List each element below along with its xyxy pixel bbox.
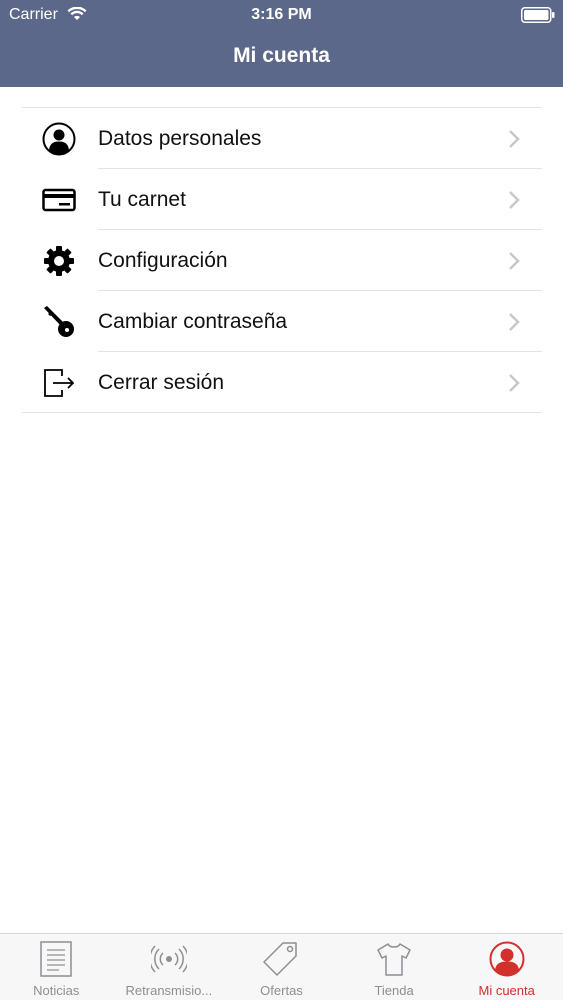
tab-bar: Noticias Retransmisio... Ofertas Tienda (0, 933, 563, 1000)
tab-label: Ofertas (260, 983, 303, 998)
broadcast-icon (150, 945, 187, 973)
separator (22, 412, 542, 413)
menu-item-label: Cambiar contraseña (98, 310, 288, 333)
gear-icon (44, 246, 74, 276)
account-menu: Datos personales Tu carnet Configuración (22, 107, 542, 413)
tab-ofertas[interactable]: Ofertas (225, 934, 338, 1000)
menu-item-tu-carnet[interactable]: Tu carnet (22, 169, 542, 230)
account-icon (489, 941, 525, 977)
chevron-right-icon (509, 313, 520, 331)
menu-item-label: Configuración (98, 249, 228, 272)
logout-icon (44, 369, 75, 397)
newspaper-icon (40, 941, 73, 977)
menu-item-label: Tu carnet (98, 188, 186, 211)
menu-item-cerrar-sesion[interactable]: Cerrar sesión (22, 352, 542, 413)
status-bar: Carrier 3:16 PM (0, 0, 563, 30)
tab-label: Noticias (33, 983, 80, 998)
header: Carrier 3:16 PM Mi cuenta (0, 0, 563, 87)
tshirt-icon (377, 943, 411, 976)
chevron-right-icon (509, 191, 520, 209)
person-circle-icon (42, 122, 76, 156)
tab-mi-cuenta[interactable]: Mi cuenta (450, 934, 563, 1000)
menu-item-label: Cerrar sesión (98, 371, 225, 394)
battery-icon (521, 7, 555, 23)
page-title: Mi cuenta (233, 44, 330, 67)
tab-label: Retransmisio... (125, 983, 213, 998)
tab-label: Tienda (374, 983, 414, 998)
tab-tienda[interactable]: Tienda (338, 934, 451, 1000)
tab-retransmisiones[interactable]: Retransmisio... (113, 934, 226, 1000)
chevron-right-icon (509, 252, 520, 270)
chevron-right-icon (509, 130, 520, 148)
tab-label: Mi cuenta (478, 983, 535, 998)
menu-item-datos-personales[interactable]: Datos personales (22, 108, 542, 169)
status-time: 3:16 PM (251, 6, 312, 23)
key-icon (44, 306, 74, 337)
tag-icon (263, 942, 298, 976)
chevron-right-icon (509, 374, 520, 392)
menu-item-cambiar-contrasena[interactable]: Cambiar contraseña (22, 291, 542, 352)
credit-card-icon (42, 188, 76, 212)
tab-noticias[interactable]: Noticias (0, 934, 113, 1000)
menu-item-configuracion[interactable]: Configuración (22, 230, 542, 291)
menu-item-label: Datos personales (98, 127, 262, 150)
